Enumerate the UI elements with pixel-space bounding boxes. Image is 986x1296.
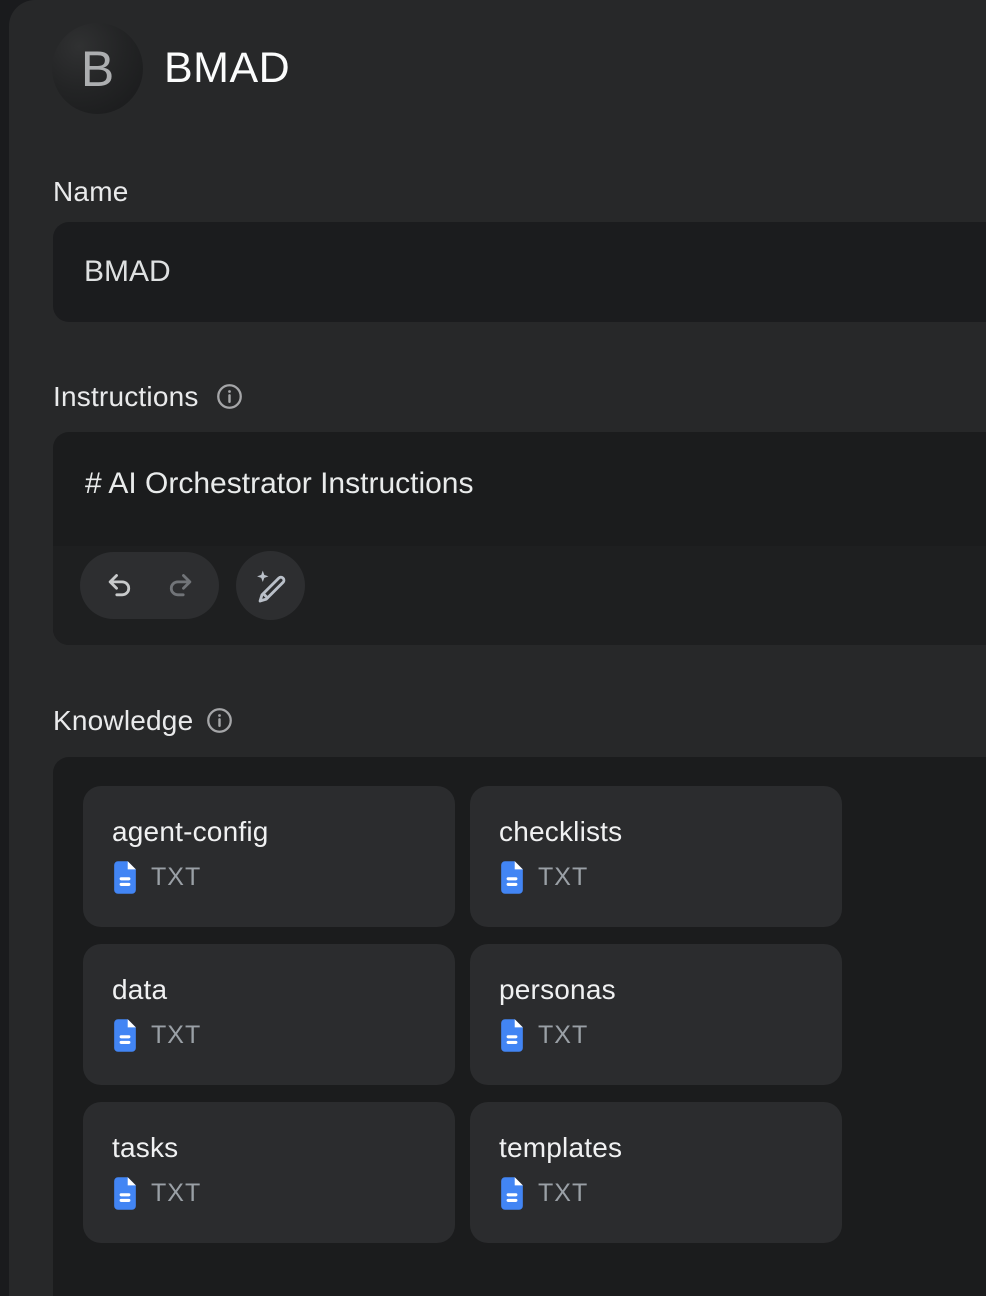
name-input-value: BMAD: [84, 257, 171, 287]
undo-icon: [104, 570, 136, 602]
redo-button[interactable]: [163, 569, 197, 603]
file-type-badge: TXT: [151, 865, 201, 890]
file-name: agent-config: [112, 816, 455, 848]
instructions-editor[interactable]: # AI Orchestrator Instructions: [53, 432, 986, 645]
blue-document-icon: [112, 1019, 138, 1052]
file-name: personas: [499, 974, 842, 1006]
instructions-label: Instructions: [53, 383, 199, 411]
blue-document-icon: [112, 1177, 138, 1210]
file-type-badge: TXT: [151, 1181, 201, 1206]
magic-rewrite-button[interactable]: [236, 551, 305, 620]
knowledge-label: Knowledge: [53, 707, 193, 735]
blue-document-icon: [499, 861, 525, 894]
knowledge-file-card[interactable]: templates TXT: [470, 1102, 842, 1243]
name-label: Name: [53, 178, 129, 206]
gem-editor-screen: B BMAD Name BMAD Instructions # AI Orche…: [0, 0, 986, 1296]
blue-document-icon: [112, 861, 138, 894]
redo-icon: [164, 570, 196, 602]
blue-document-icon: [499, 1177, 525, 1210]
knowledge-file-grid: agent-config TXT checklists: [83, 786, 842, 1243]
knowledge-file-card[interactable]: tasks TXT: [83, 1102, 455, 1243]
page-title: BMAD: [164, 47, 290, 90]
info-icon[interactable]: [205, 706, 234, 735]
file-name: data: [112, 974, 455, 1006]
file-name: checklists: [499, 816, 842, 848]
file-name: templates: [499, 1132, 842, 1164]
undo-redo-group: [80, 552, 219, 619]
undo-button[interactable]: [103, 569, 137, 603]
knowledge-file-card[interactable]: data TXT: [83, 944, 455, 1085]
avatar: B: [52, 23, 143, 114]
knowledge-file-card[interactable]: personas TXT: [470, 944, 842, 1085]
info-icon[interactable]: [215, 382, 244, 411]
knowledge-file-card[interactable]: checklists TXT: [470, 786, 842, 927]
file-type-badge: TXT: [151, 1023, 201, 1048]
instructions-text[interactable]: # AI Orchestrator Instructions: [85, 465, 982, 503]
file-type-badge: TXT: [538, 865, 588, 890]
magic-pen-icon: [252, 567, 290, 605]
avatar-letter: B: [81, 44, 114, 94]
instructions-toolbar: [53, 546, 986, 645]
file-type-badge: TXT: [538, 1181, 588, 1206]
file-name: tasks: [112, 1132, 455, 1164]
name-input[interactable]: BMAD: [53, 222, 986, 322]
blue-document-icon: [499, 1019, 525, 1052]
file-type-badge: TXT: [538, 1023, 588, 1048]
knowledge-file-card[interactable]: agent-config TXT: [83, 786, 455, 927]
